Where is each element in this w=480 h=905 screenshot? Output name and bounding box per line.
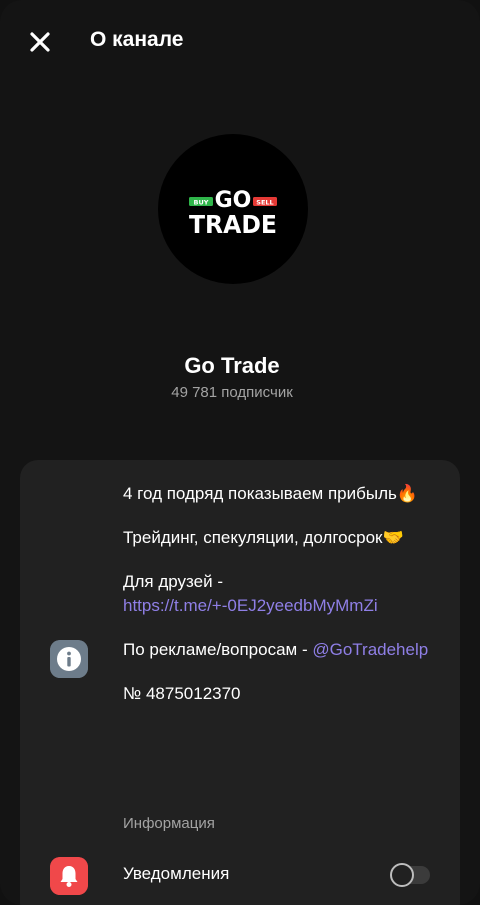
description-line-2: Трейдинг, спекуляции, долгосрок🤝: [123, 528, 404, 547]
ads-contact-link[interactable]: @GoTradehelp: [312, 640, 428, 659]
friends-invite-link[interactable]: https://t.me/+-0EJ2yeedbMyMmZi: [123, 596, 378, 615]
info-icon: [50, 640, 88, 678]
channel-description: 4 год подряд показываем прибыль🔥 Трейдин…: [123, 482, 443, 706]
info-card: 4 год подряд показываем прибыль🔥 Трейдин…: [20, 460, 460, 905]
logo-buy-text: BUY: [194, 199, 209, 207]
toggle-knob: [390, 863, 414, 887]
friends-prefix: Для друзей -: [123, 572, 223, 591]
page-title: О канале: [90, 28, 184, 51]
header: О канале: [0, 0, 480, 80]
notifications-toggle[interactable]: [390, 863, 430, 887]
description-line-1: 4 год подряд показываем прибыль🔥: [123, 484, 419, 503]
channel-info-screen: О канале BUY SELL GO TRADE Go Trade 49 7…: [0, 0, 480, 905]
ads-prefix: По рекламе/вопросам -: [123, 640, 313, 659]
channel-avatar: BUY SELL GO TRADE: [158, 134, 308, 284]
close-icon[interactable]: [26, 28, 54, 56]
channel-name: Go Trade: [184, 353, 280, 378]
logo-trade-text: TRADE: [189, 210, 277, 239]
friends-line: Для друзей - https://t.me/+-0EJ2yeedbMyM…: [123, 570, 443, 618]
logo-sell-text: SELL: [256, 199, 273, 207]
subscriber-count: 49 781 подписчик: [171, 384, 293, 401]
info-section-label: Информация: [123, 815, 215, 832]
notifications-label: Уведомления: [123, 864, 230, 883]
go-trade-logo: BUY SELL GO TRADE: [189, 188, 277, 239]
bell-icon: [50, 857, 88, 895]
ads-line: По рекламе/вопросам - @GoTradehelp: [123, 638, 443, 662]
channel-number: № 4875012370: [123, 684, 241, 703]
